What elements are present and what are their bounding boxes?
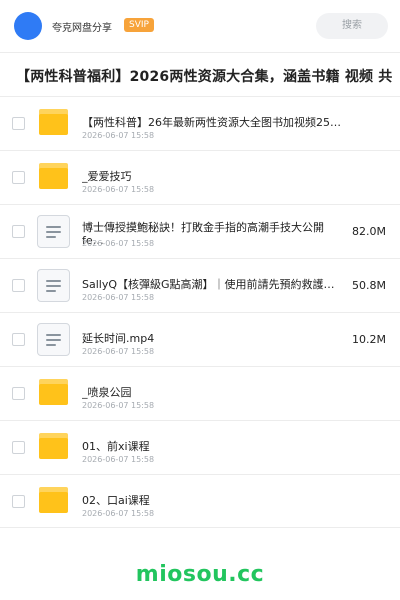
file-date: 2026-06-07 15:58 — [82, 131, 155, 140]
document-icon — [37, 323, 70, 356]
select-checkbox[interactable] — [12, 495, 25, 508]
select-checkbox[interactable] — [12, 225, 25, 238]
document-icon — [37, 269, 70, 302]
svip-badge: SVIP — [124, 18, 154, 32]
top-bar: 夸克网盘分享 SVIP 搜索 — [0, 0, 400, 52]
file-size: 10.2M — [352, 333, 386, 346]
folder-icon — [39, 163, 68, 189]
select-checkbox[interactable] — [12, 441, 25, 454]
select-checkbox[interactable] — [12, 171, 25, 184]
search-button[interactable]: 搜索 — [316, 13, 388, 39]
file-list: 【两性科普】26年最新两性资源大全图书加视频250G 2026-06-07 15… — [0, 96, 400, 528]
list-item[interactable]: 02、口ai课程 2026-06-07 15:58 — [0, 474, 400, 528]
list-item[interactable]: 博士傳授摸鮑秘訣！打敗金手指的高潮手技大公開fe… 2026-06-07 15:… — [0, 204, 400, 258]
list-item[interactable]: 【两性科普】26年最新两性资源大全图书加视频250G 2026-06-07 15… — [0, 96, 400, 150]
file-name: 01、前xi课程 — [82, 440, 150, 453]
document-icon — [37, 215, 70, 248]
file-date: 2026-06-07 15:58 — [82, 509, 155, 518]
folder-icon — [39, 109, 68, 135]
select-checkbox[interactable] — [12, 279, 25, 292]
file-name: _喷泉公园 — [82, 386, 132, 399]
list-item[interactable]: _爱爱技巧 2026-06-07 15:58 — [0, 150, 400, 204]
file-date: 2026-06-07 15:58 — [82, 239, 155, 248]
title-container: 【两性科普福利】2026两性资源大合集，涵盖书籍 视频 共 — [0, 60, 400, 96]
list-item[interactable]: 01、前xi课程 2026-06-07 15:58 — [0, 420, 400, 474]
folder-icon — [39, 487, 68, 513]
select-checkbox[interactable] — [12, 387, 25, 400]
select-checkbox[interactable] — [12, 117, 25, 130]
file-size: 50.8M — [352, 279, 386, 292]
file-name: 延长时间.mp4 — [82, 332, 155, 345]
file-date: 2026-06-07 15:58 — [82, 347, 155, 356]
page-title: 【两性科普福利】2026两性资源大合集，涵盖书籍 视频 共 — [16, 69, 393, 85]
file-name: 【两性科普】26年最新两性资源大全图书加视频250G — [82, 116, 344, 129]
header-divider — [0, 52, 400, 53]
folder-icon — [39, 433, 68, 459]
file-name: 02、口ai课程 — [82, 494, 150, 507]
select-checkbox[interactable] — [12, 333, 25, 346]
file-name: _爱爱技巧 — [82, 170, 132, 183]
avatar[interactable] — [14, 12, 42, 40]
list-item[interactable]: 延长时间.mp4 2026-06-07 15:58 10.2M — [0, 312, 400, 366]
list-item[interactable]: _喷泉公园 2026-06-07 15:58 — [0, 366, 400, 420]
list-item[interactable]: SallyQ【核彈級G點高潮】｜使用前請先預約救護… 2026-06-07 15… — [0, 258, 400, 312]
file-size: 82.0M — [352, 225, 386, 238]
file-date: 2026-06-07 15:58 — [82, 293, 155, 302]
file-date: 2026-06-07 15:58 — [82, 401, 155, 410]
file-date: 2026-06-07 15:58 — [82, 185, 155, 194]
user-name: 夸克网盘分享 — [52, 23, 112, 34]
folder-icon — [39, 379, 68, 405]
file-name: SallyQ【核彈級G點高潮】｜使用前請先預約救護… — [82, 278, 335, 291]
watermark-logo: miosou.cc — [135, 562, 265, 587]
file-date: 2026-06-07 15:58 — [82, 455, 155, 464]
